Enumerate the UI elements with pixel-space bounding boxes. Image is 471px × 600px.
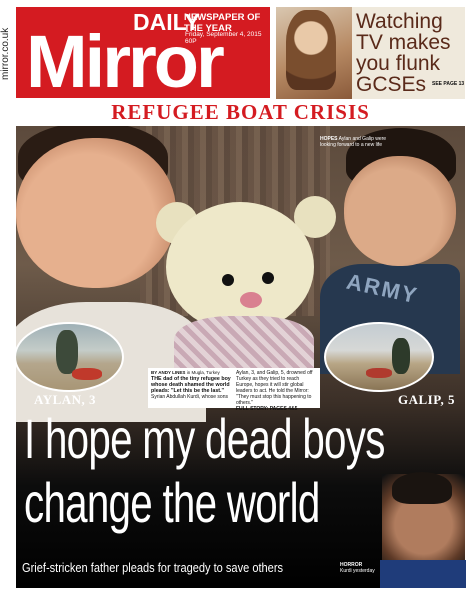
promo-photo	[276, 7, 352, 99]
father-caption: HORROR Kurdi yesterday	[340, 562, 380, 574]
promo-see-page: SEE PAGE 13	[432, 81, 465, 87]
father-photo-shirt	[380, 560, 466, 588]
section-strap: REFUGEE BOAT CRISIS	[111, 100, 370, 124]
inset-figure-soldier	[56, 330, 78, 374]
headline-line-2: change the world	[24, 471, 320, 534]
father-photo-hair	[392, 472, 452, 504]
story-byline-name: BY ANDY LINES	[151, 370, 186, 375]
photo-boy-galip	[344, 156, 456, 266]
masthead-date-price: Friday, September 4, 2015 60P	[185, 31, 262, 45]
headline-deck: Grief-stricken father pleads for tragedy…	[22, 560, 284, 575]
masthead: DAILY Mirror NEWSPAPER OF THE YEAR Frida…	[16, 7, 270, 98]
website-url: mirror.co.uk	[0, 27, 11, 81]
story-column-2: Aylan, 3, and Galip, 5, drowned off Turk…	[236, 370, 317, 412]
teddy-bear-eye-right	[262, 272, 274, 284]
story-lead-tail: Syrian Abdullah Kurdi, whose sons	[151, 394, 228, 400]
teddy-bear-nose	[240, 292, 262, 308]
inset-figure-child	[366, 368, 392, 378]
teddy-bear	[166, 202, 314, 332]
promo-portrait	[286, 10, 336, 90]
inset-label-galip: GALIP, 5	[398, 392, 455, 407]
story-column-1: BY ANDY LINES in Mugla, Turkey THE dad o…	[151, 370, 232, 412]
headline-line-1: I hope my dead boys	[24, 407, 385, 470]
teddy-bear-eye-left	[222, 274, 234, 286]
teddy-bear-dress	[174, 316, 314, 376]
inset-photo-aylan	[14, 322, 124, 392]
story-body: Aylan, 3, and Galip, 5, drowned off Turk…	[236, 370, 313, 406]
father-caption-text: Kurdi yesterday	[340, 568, 375, 574]
inset-photo-galip	[324, 322, 434, 392]
story-lead: THE dad of the tiny refugee boy whose de…	[151, 376, 231, 394]
inset-figure-child	[72, 368, 102, 380]
inset-label-aylan: AYLAN, 3	[34, 392, 97, 407]
photo-boy-aylan	[16, 138, 176, 288]
promo-panel[interactable]: Watching TV makes you flunk GCSEs SEE PA…	[276, 7, 465, 99]
story-byline-place: in Mugla, Turkey	[186, 370, 220, 375]
photo-caption-hopes: HOPES Aylan and Galip were looking forwa…	[320, 136, 388, 148]
inset-figure-soldier	[392, 338, 410, 374]
story-box[interactable]: BY ANDY LINES in Mugla, Turkey THE dad o…	[148, 368, 320, 412]
